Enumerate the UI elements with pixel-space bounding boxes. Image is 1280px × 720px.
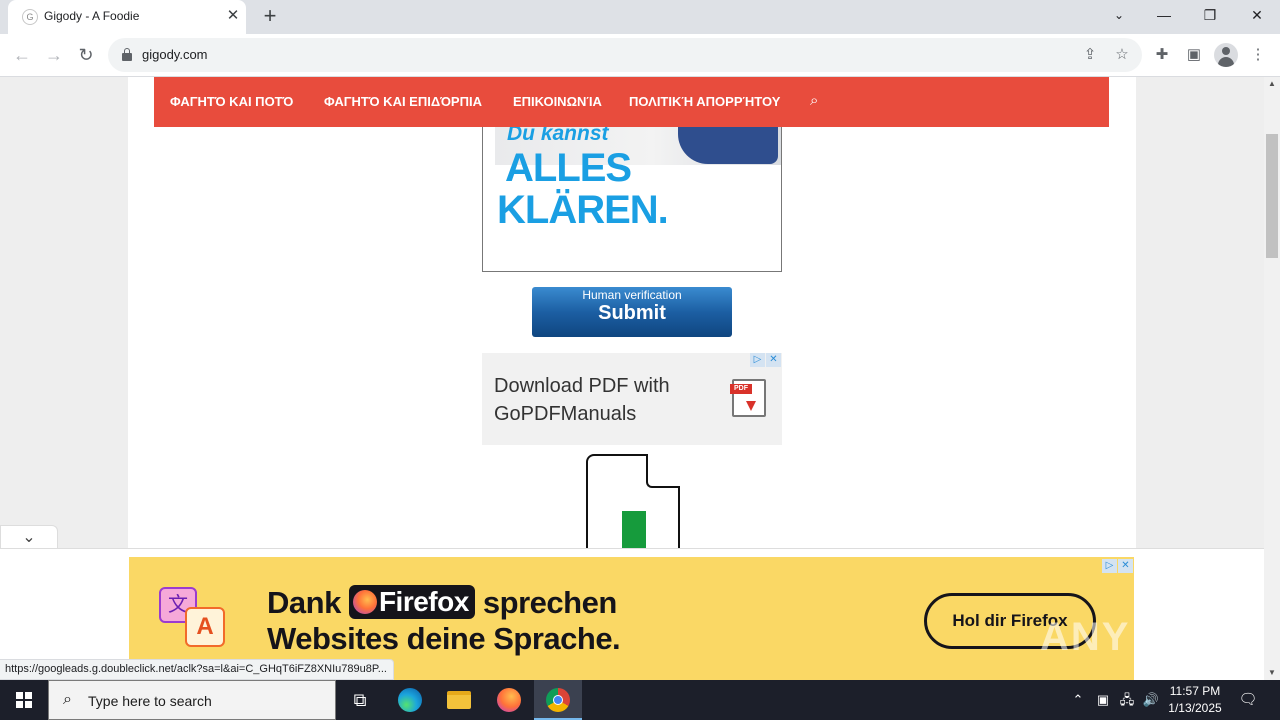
adchoices-icon[interactable]: ▷ [750, 353, 765, 367]
nav-item-contact[interactable]: ΕΠΙΚΟΙΝΩΝΊΑ [513, 94, 602, 109]
volume-icon[interactable]: 🔊 [1141, 680, 1161, 720]
windows-logo-icon [16, 692, 32, 708]
adchoices-icon[interactable]: ▷ [1102, 559, 1117, 573]
windows-taskbar: ⌕ Type here to search ⧉ ⌃ ▣ 🖧 🔊 11:57 PM… [0, 680, 1280, 720]
taskbar-search-box[interactable]: ⌕ Type here to search [48, 680, 336, 720]
site-navbar: ΦΑΓΗΤΌ ΚΑΙ ΠΟΤΌ ΦΑΓΗΤΌ ΚΑΙ ΕΠΙΔΌΡΠΙΑ ΕΠΙ… [154, 77, 1109, 127]
page-scrollbar[interactable]: ▲ ▼ [1264, 77, 1280, 680]
ad-text-line2: ALLES [505, 146, 632, 190]
ad-close-icon[interactable]: ✕ [1118, 559, 1133, 573]
network-icon[interactable]: 🖧 [1117, 680, 1137, 720]
search-icon: ⌕ [63, 691, 72, 708]
profile-icon[interactable] [1214, 43, 1238, 67]
ad-headline-line1: Dank Firefox sprechen [267, 585, 617, 621]
edge-icon[interactable] [386, 680, 434, 720]
document-fold [646, 454, 680, 488]
browser-toolbar: ← → ↻ gigody.com ⇪ ☆ ✚ ▣ ⋮ [0, 34, 1280, 77]
ad-headline-dank: Dank [267, 585, 341, 620]
download-arrow-icon [746, 401, 756, 411]
firefox-icon[interactable] [485, 680, 533, 720]
human-verification-submit-button[interactable]: Human verification Submit [532, 287, 732, 337]
nav-item-food-dessert[interactable]: ΦΑΓΗΤΌ ΚΑΙ ΕΠΙΔΌΡΠΙΑ [324, 94, 482, 109]
ad-pdf-text: Download PDF with GoPDFManuals [494, 375, 670, 425]
clock-date: 1/13/2025 [1168, 701, 1222, 715]
tab-strip: G Gigody - A Foodie ✕ + ⌄ — ❐ ✕ [0, 0, 1280, 34]
lock-icon[interactable] [122, 48, 132, 61]
tab-close-icon[interactable]: ✕ [224, 7, 242, 25]
device-icon[interactable]: ▣ [1093, 680, 1113, 720]
firefox-logo-icon [352, 590, 377, 614]
url-text[interactable]: gigody.com [142, 47, 208, 62]
anyrun-watermark: ANY RUN [1040, 615, 1236, 659]
page-viewport: Du kannst ALLES KLÄREN. ΦΑΓΗΤΌ ΚΑΙ ΠΟΤΌ … [0, 77, 1264, 680]
scroll-down-icon[interactable]: ▼ [1264, 666, 1280, 680]
tray-overflow-icon[interactable]: ⌃ [1068, 680, 1088, 720]
firefox-brand: Firefox [378, 586, 469, 617]
status-bar-url: https://googleads.g.doubleclick.net/aclk… [0, 659, 394, 680]
pdf-icon: PDF [730, 379, 766, 417]
translate-bubble-latin: A [185, 607, 225, 647]
forward-icon[interactable]: → [40, 41, 68, 69]
pdf-badge: PDF [730, 384, 752, 394]
menu-icon[interactable]: ⋮ [1247, 44, 1269, 66]
browser-tab[interactable]: G Gigody - A Foodie ✕ [8, 0, 246, 34]
taskbar-search-placeholder: Type here to search [88, 693, 212, 709]
star-icon[interactable]: ☆ [1111, 44, 1133, 66]
ad-pdf[interactable]: ▷ ✕ Download PDF with GoPDFManuals PDF [482, 353, 782, 445]
notification-icon[interactable]: 🗨 [1232, 680, 1264, 720]
verify-submit-label: Submit [598, 302, 666, 324]
reload-icon[interactable]: ↻ [72, 41, 100, 69]
scroll-thumb[interactable] [1266, 134, 1278, 258]
translate-icon: 文 A [159, 587, 229, 653]
new-tab-button[interactable]: + [258, 4, 282, 28]
search-icon[interactable]: ⌕ [810, 92, 818, 109]
restore-button[interactable]: ❐ [1187, 0, 1233, 30]
file-explorer-icon[interactable] [435, 680, 483, 720]
address-bar[interactable]: gigody.com ⇪ ☆ [108, 38, 1142, 72]
tab-search-icon[interactable]: ⌄ [1096, 0, 1142, 30]
nav-item-food-drink[interactable]: ΦΑΓΗΤΌ ΚΑΙ ΠΟΤΌ [170, 94, 293, 109]
task-view-icon[interactable]: ⧉ [336, 680, 384, 720]
ad-close-icon[interactable]: ✕ [766, 353, 781, 367]
verify-small-label: Human verification [582, 288, 682, 302]
ad-text-line3: KLÄREN. [497, 188, 669, 232]
share-icon[interactable]: ⇪ [1079, 44, 1101, 66]
tab-title: Gigody - A Foodie [44, 9, 140, 23]
taskbar-clock[interactable]: 11:57 PM 1/13/2025 [1160, 683, 1230, 717]
firefox-badge: Firefox [348, 585, 475, 619]
close-window-button[interactable]: ✕ [1234, 0, 1280, 30]
chrome-icon[interactable] [534, 680, 582, 720]
site-favicon-icon: G [22, 9, 38, 25]
ad-headline-line2: Websites deine Sprache. [267, 621, 621, 656]
side-panel-icon[interactable]: ▣ [1183, 44, 1205, 66]
minimize-button[interactable]: — [1141, 0, 1187, 30]
start-button[interactable] [0, 680, 48, 720]
scroll-up-icon[interactable]: ▲ [1264, 77, 1280, 91]
extensions-icon[interactable]: ✚ [1151, 44, 1173, 66]
nav-item-privacy[interactable]: ΠΟΛΙΤΙΚΉ ΑΠΟΡΡΉΤΟΥ [629, 94, 780, 109]
back-icon[interactable]: ← [8, 41, 36, 69]
clock-time: 11:57 PM [1169, 684, 1221, 698]
ad-headline-sprechen: sprechen [482, 585, 617, 620]
